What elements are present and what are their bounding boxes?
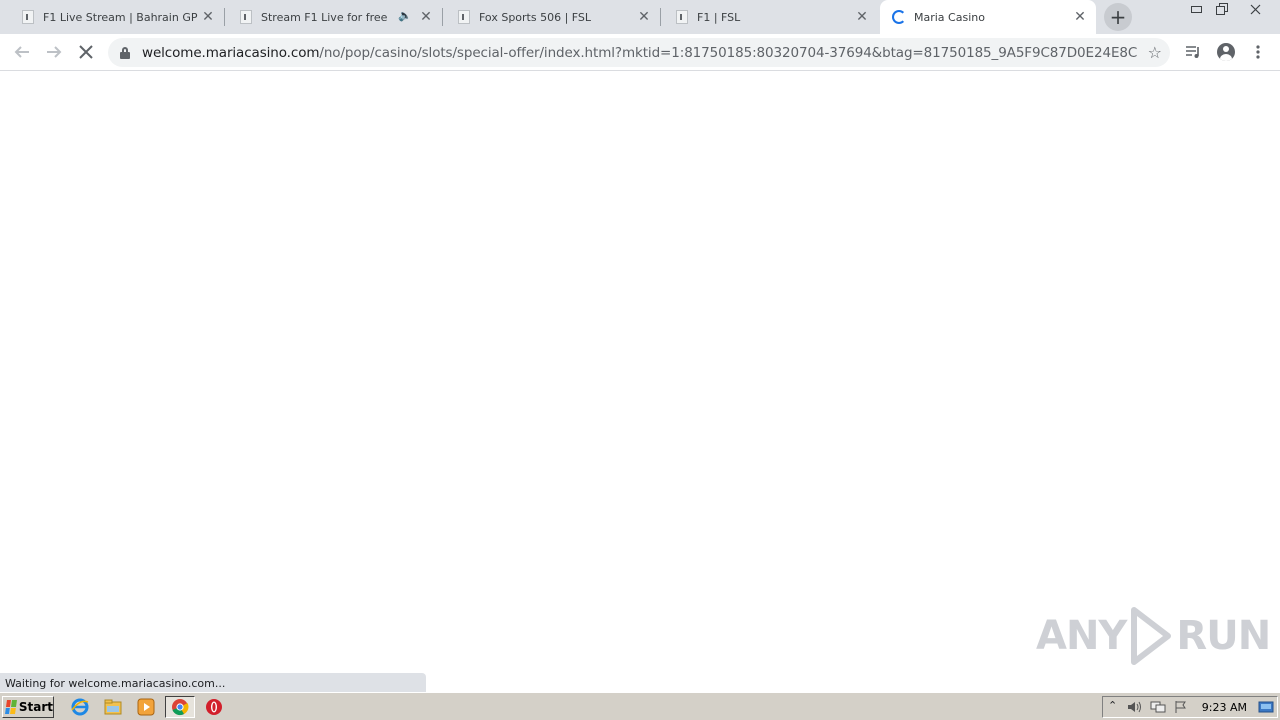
plus-icon: +	[1109, 5, 1127, 29]
window-close-icon[interactable]	[1235, 0, 1275, 18]
watermark-left-text: ANY	[1036, 613, 1127, 659]
window-controls	[1183, 0, 1275, 18]
url-host: welcome.mariacasino.com	[142, 44, 320, 61]
address-bar[interactable]: welcome.mariacasino.com/no/pop/casino/sl…	[108, 38, 1170, 67]
tab-stream-f1[interactable]: Stream F1 Live for free on 1 🔈 ✕	[224, 0, 443, 34]
forward-button[interactable]	[42, 40, 66, 64]
tab-title: F1 Live Stream | Bahrain GP Stre	[43, 10, 198, 24]
document-icon	[20, 9, 36, 25]
tab-close-icon[interactable]: ✕	[418, 9, 434, 25]
stop-x-icon	[79, 45, 93, 59]
tab-title: Fox Sports 506 | FSL	[479, 10, 592, 24]
opera-icon[interactable]	[203, 697, 225, 717]
media-control-icon[interactable]	[1181, 40, 1205, 64]
windows-logo-icon	[5, 700, 17, 714]
browser-toolbar: welcome.mariacasino.com/no/pop/casino/sl…	[0, 34, 1280, 71]
chevron-up-icon[interactable]: ⌃	[1108, 699, 1117, 712]
tab-title: F1 | FSL	[697, 10, 741, 24]
tab-f1-fsl[interactable]: F1 | FSL ✕	[660, 0, 878, 34]
system-tray: ⌃ 9:23 AM	[1102, 696, 1278, 718]
internet-explorer-icon[interactable]	[69, 697, 91, 717]
clock[interactable]: 9:23 AM	[1202, 701, 1247, 714]
play-logo-icon	[1131, 607, 1172, 665]
tab-maria-casino[interactable]: Maria Casino ✕	[880, 0, 1096, 34]
loading-spinner-icon	[891, 9, 907, 25]
tab-fox-sports[interactable]: Fox Sports 506 | FSL ✕	[442, 0, 661, 34]
url-path: /no/pop/casino/slots/special-offer/index…	[319, 44, 1137, 61]
bookmark-star-icon[interactable]: ☆	[1148, 43, 1162, 62]
start-label: Start	[18, 700, 53, 714]
restore-icon[interactable]	[1209, 0, 1235, 18]
tab-close-icon[interactable]: ✕	[854, 9, 870, 25]
file-explorer-icon[interactable]	[102, 697, 124, 717]
arrow-right-icon	[47, 46, 62, 58]
tab-f1-live-stream[interactable]: F1 Live Stream | Bahrain GP Stre ✕	[0, 0, 225, 34]
document-icon	[674, 9, 690, 25]
document-icon	[456, 9, 472, 25]
url-text[interactable]: welcome.mariacasino.com/no/pop/casino/sl…	[142, 45, 1137, 61]
lock-icon[interactable]	[120, 46, 130, 59]
windows-taskbar: Start ⌃ 9:23 AM	[0, 692, 1280, 720]
media-player-icon[interactable]	[135, 697, 157, 717]
tab-close-icon[interactable]: ✕	[1072, 9, 1088, 25]
show-desktop-icon[interactable]	[1258, 700, 1274, 717]
page-content	[0, 72, 1280, 692]
tab-close-icon[interactable]: ✕	[636, 9, 652, 25]
arrow-left-icon	[14, 46, 29, 58]
network-icon[interactable]	[1150, 700, 1166, 717]
stop-loading-button[interactable]	[74, 40, 98, 64]
action-center-flag-icon[interactable]	[1174, 700, 1188, 717]
minimize-icon[interactable]	[1183, 0, 1209, 18]
status-bubble: Waiting for welcome.mariacasino.com...	[0, 673, 426, 692]
audio-speaker-icon[interactable]: 🔈	[398, 9, 412, 22]
tab-title: Stream F1 Live for free on 1	[261, 10, 391, 24]
tab-title: Maria Casino	[914, 10, 985, 24]
anyrun-watermark: ANY RUN	[1036, 606, 1271, 666]
watermark-right-text: RUN	[1176, 613, 1271, 659]
tab-strip: F1 Live Stream | Bahrain GP Stre ✕ Strea…	[0, 0, 1280, 34]
new-tab-button[interactable]: +	[1104, 3, 1132, 31]
volume-icon[interactable]	[1127, 700, 1143, 717]
back-button[interactable]	[10, 40, 34, 64]
menu-kebab-icon[interactable]	[1246, 40, 1270, 64]
start-button[interactable]: Start	[2, 696, 54, 718]
chrome-icon[interactable]	[165, 696, 195, 718]
profile-avatar-icon[interactable]	[1214, 40, 1238, 64]
document-icon	[238, 9, 254, 25]
tab-close-icon[interactable]: ✕	[200, 9, 216, 25]
